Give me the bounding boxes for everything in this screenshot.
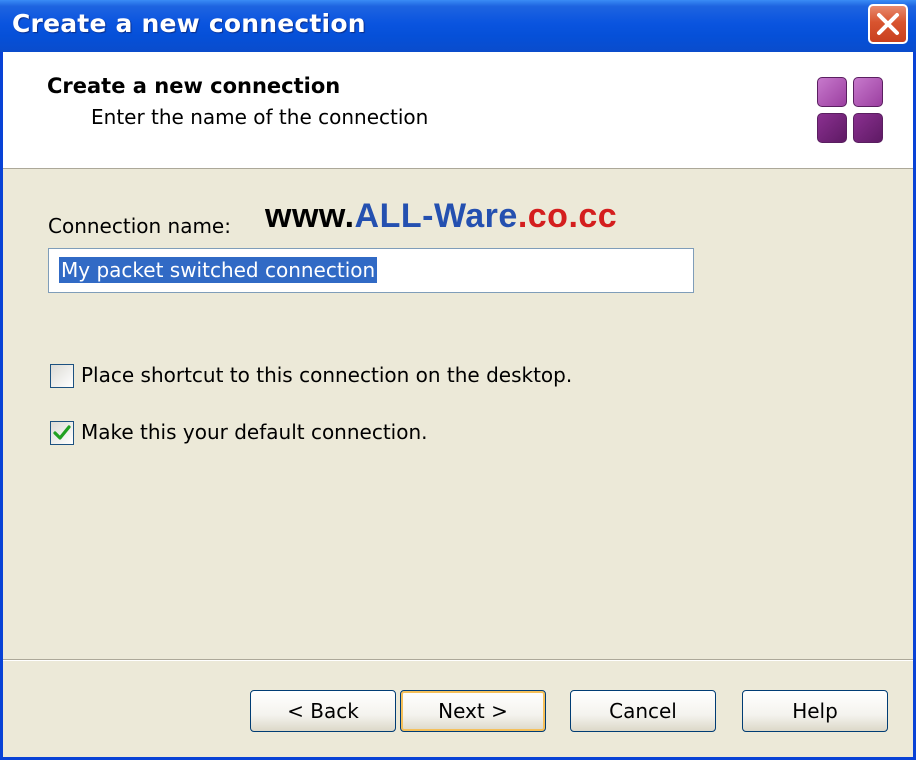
shortcut-checkbox[interactable] — [50, 364, 74, 388]
default-connection-checkbox[interactable] — [50, 421, 74, 445]
cancel-button[interactable]: Cancel — [570, 690, 716, 732]
watermark-text: www.ALL-Ware.co.cc — [265, 197, 617, 236]
dialog-window: Create a new connection Create a new con… — [0, 0, 916, 760]
next-button[interactable]: Next > — [400, 690, 546, 732]
window-title: Create a new connection — [12, 9, 366, 38]
connection-name-input[interactable]: My packet switched connection — [48, 248, 694, 293]
footer-divider-highlight — [3, 660, 913, 661]
connection-tiles-icon — [817, 77, 885, 145]
connection-name-label: Connection name: — [48, 214, 231, 238]
wizard-header: Create a new connection Enter the name o… — [3, 52, 913, 169]
back-button[interactable]: < Back — [250, 690, 396, 732]
connection-name-value: My packet switched connection — [59, 257, 378, 283]
watermark-part: ALL-Ware — [354, 197, 518, 235]
help-button[interactable]: Help — [742, 690, 888, 732]
checkmark-icon — [53, 425, 71, 440]
watermark-part: www. — [265, 197, 355, 235]
shortcut-checkbox-label: Place shortcut to this connection on the… — [81, 363, 573, 387]
close-button[interactable] — [868, 4, 908, 44]
close-icon — [877, 13, 899, 35]
title-bar[interactable]: Create a new connection — [0, 0, 916, 52]
header-title: Create a new connection — [47, 74, 341, 98]
wizard-content: Connection name: www.ALL-Ware.co.cc My p… — [3, 169, 913, 659]
default-connection-checkbox-label: Make this your default connection. — [81, 420, 428, 444]
header-subtitle: Enter the name of the connection — [91, 105, 429, 129]
watermark-part: .co.cc — [517, 197, 618, 235]
